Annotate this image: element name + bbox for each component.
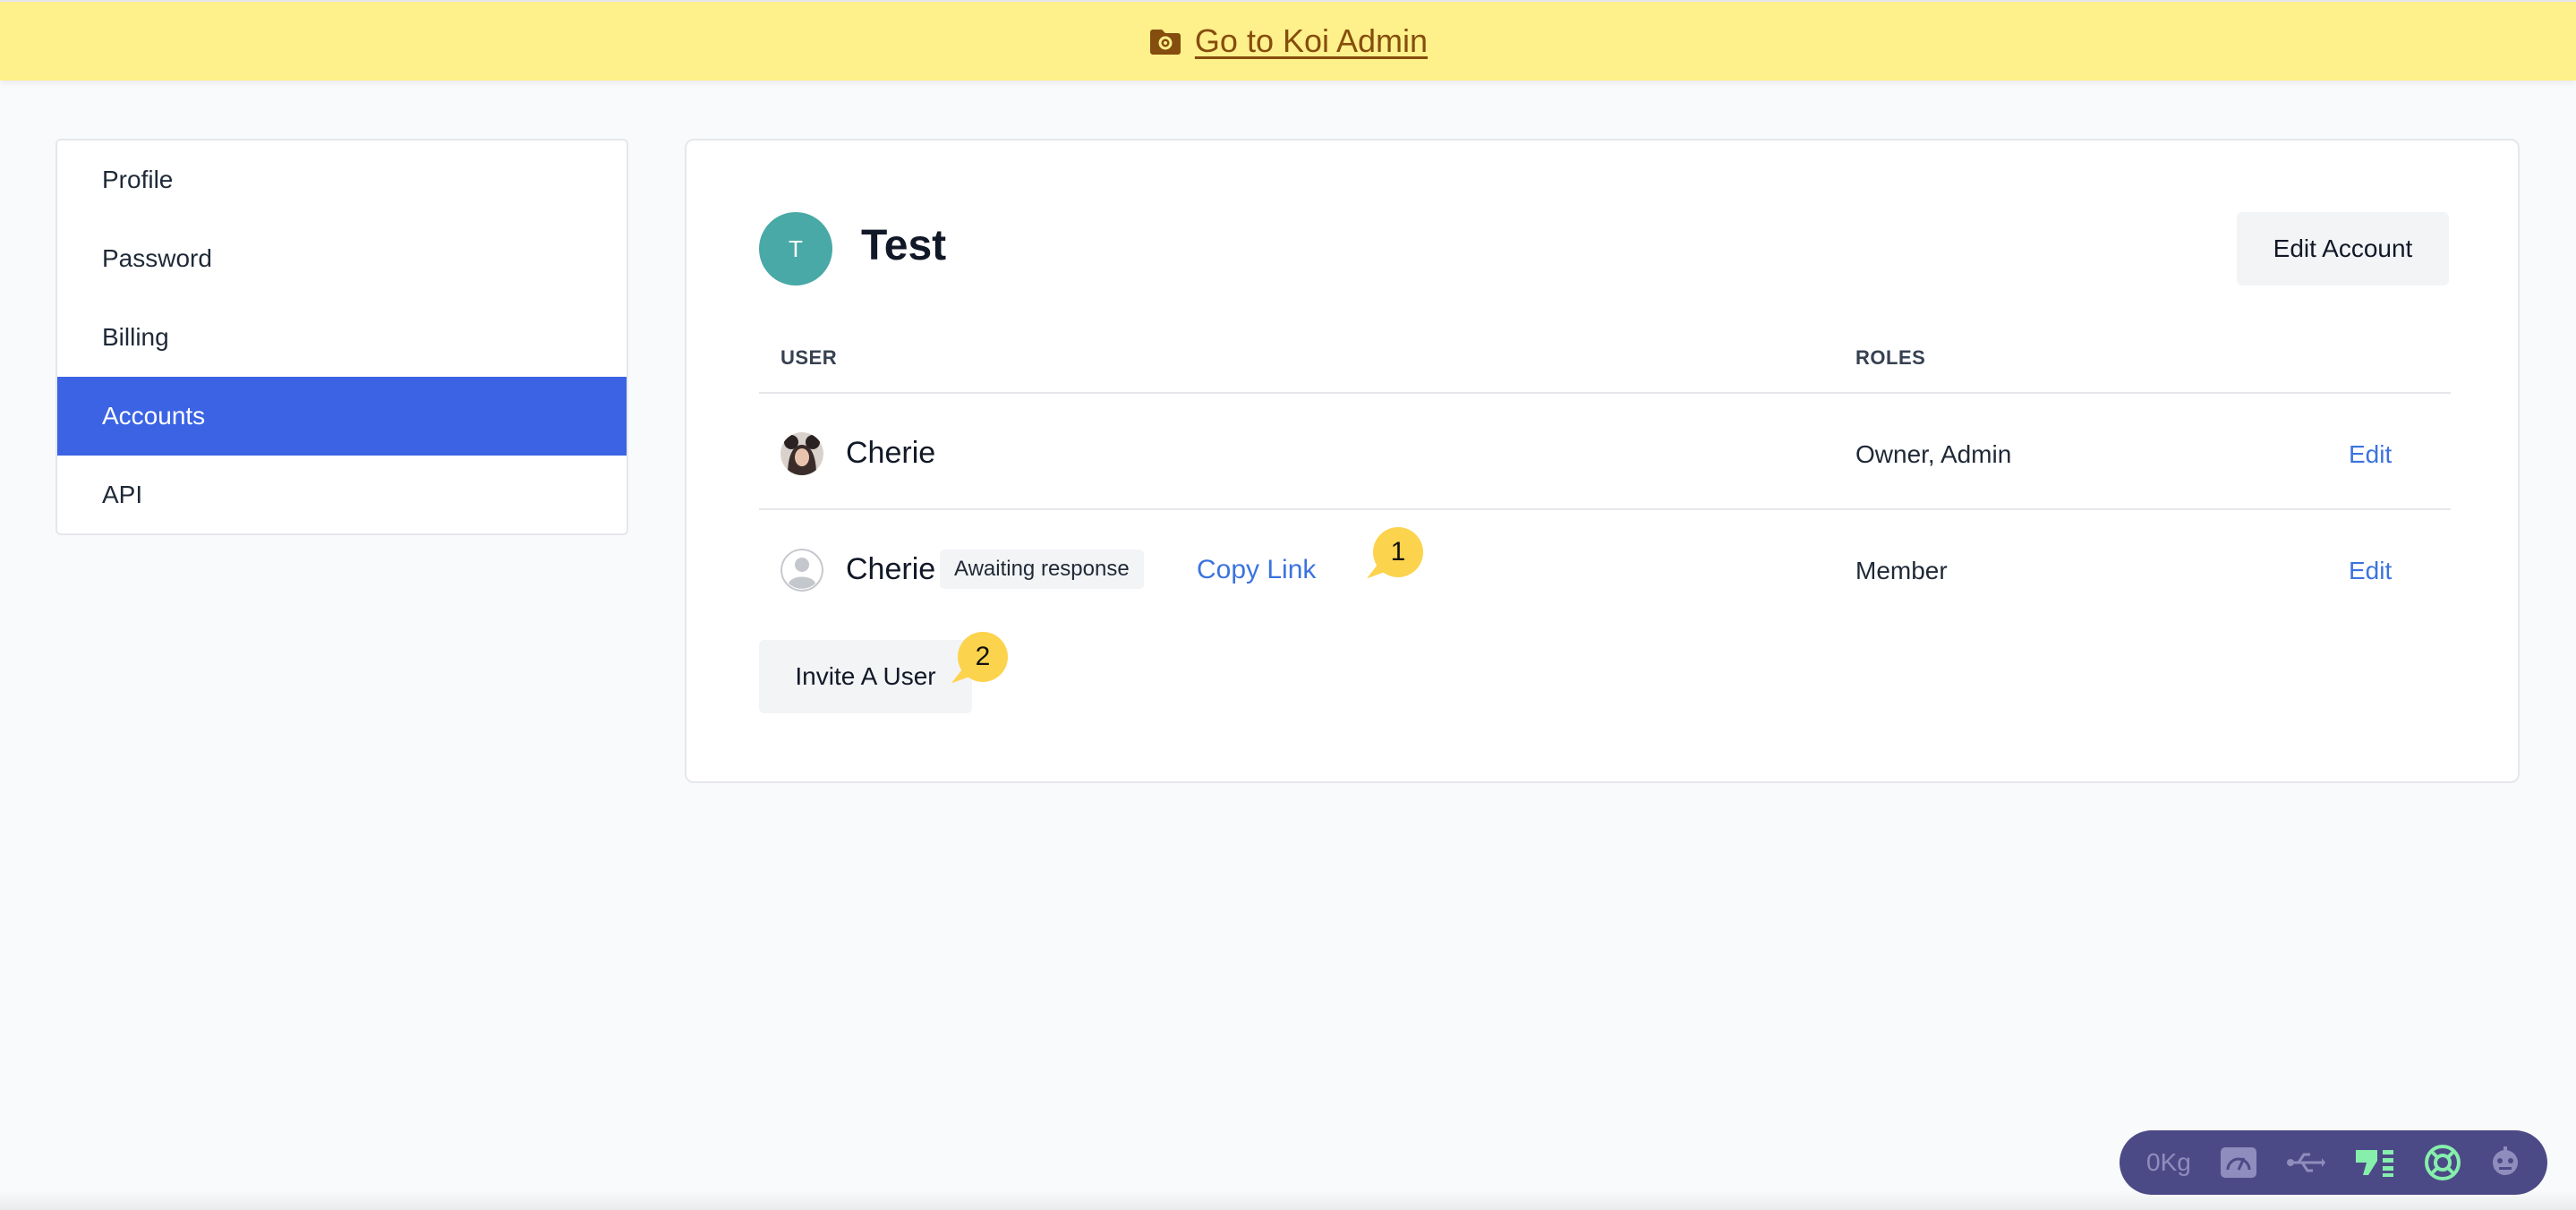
go-to-admin-label: Go to Koi Admin [1194, 22, 1429, 59]
floating-toolbar: 0Kg [2120, 1130, 2547, 1195]
user-name: Cherie [846, 436, 936, 470]
user-photo-avatar [780, 432, 823, 475]
column-header-roles: ROLES [1855, 346, 1926, 369]
sidebar-item-profile[interactable]: Profile [57, 141, 627, 219]
sidebar-item-billing[interactable]: Billing [57, 298, 627, 377]
user-name: Cherie [846, 552, 936, 586]
go-to-admin-link[interactable]: Go to Koi Admin [1148, 22, 1428, 60]
sidebar-item-accounts[interactable]: Accounts [57, 377, 627, 456]
step-marker-2: 2 [958, 632, 1008, 682]
account-avatar: T [759, 212, 832, 285]
robot-icon[interactable] [2490, 1146, 2521, 1179]
copy-link-button[interactable]: Copy Link [1197, 555, 1316, 585]
sidebar-item-label: API [102, 481, 143, 508]
settings-sidebar: Profile Password Billing Accounts API [55, 139, 628, 535]
sidebar-item-label: Billing [102, 323, 169, 351]
invite-user-button[interactable]: Invite A User [759, 640, 972, 713]
sidebar-item-api[interactable]: API [57, 456, 627, 533]
column-header-user: USER [780, 346, 838, 369]
default-user-avatar-icon [780, 549, 823, 592]
step-marker-1: 1 [1373, 527, 1423, 577]
account-card: T Test Edit Account USER ROLES Cherie Ow… [685, 139, 2520, 783]
account-name: Test [861, 222, 947, 269]
user-roles: Member [1855, 557, 1948, 584]
weight-readout[interactable]: 0Kg [2146, 1148, 2191, 1177]
edit-account-button[interactable]: Edit Account [2237, 212, 2449, 285]
lifebuoy-icon[interactable] [2424, 1144, 2461, 1181]
sidebar-item-label: Accounts [102, 402, 206, 430]
table-row: Cherie Owner, Admin Edit [759, 392, 2451, 508]
admin-banner: Go to Koi Admin [0, 0, 2576, 81]
folder-gear-icon [1149, 30, 1181, 55]
sidebar-item-label: Profile [102, 166, 174, 193]
status-badge: Awaiting response [940, 550, 1144, 589]
speedometer-icon[interactable] [2220, 1146, 2257, 1179]
user-roles: Owner, Admin [1855, 440, 2012, 468]
sidebar-item-label: Password [102, 244, 212, 272]
edit-user-link[interactable]: Edit [2349, 557, 2392, 585]
sidebar-item-password[interactable]: Password [57, 219, 627, 298]
edit-user-link[interactable]: Edit [2349, 440, 2392, 469]
usb-icon[interactable] [2286, 1149, 2325, 1176]
table-row: Cherie Awaiting response Copy Link Membe… [759, 508, 2451, 625]
signal-bars-icon[interactable] [2354, 1146, 2395, 1179]
